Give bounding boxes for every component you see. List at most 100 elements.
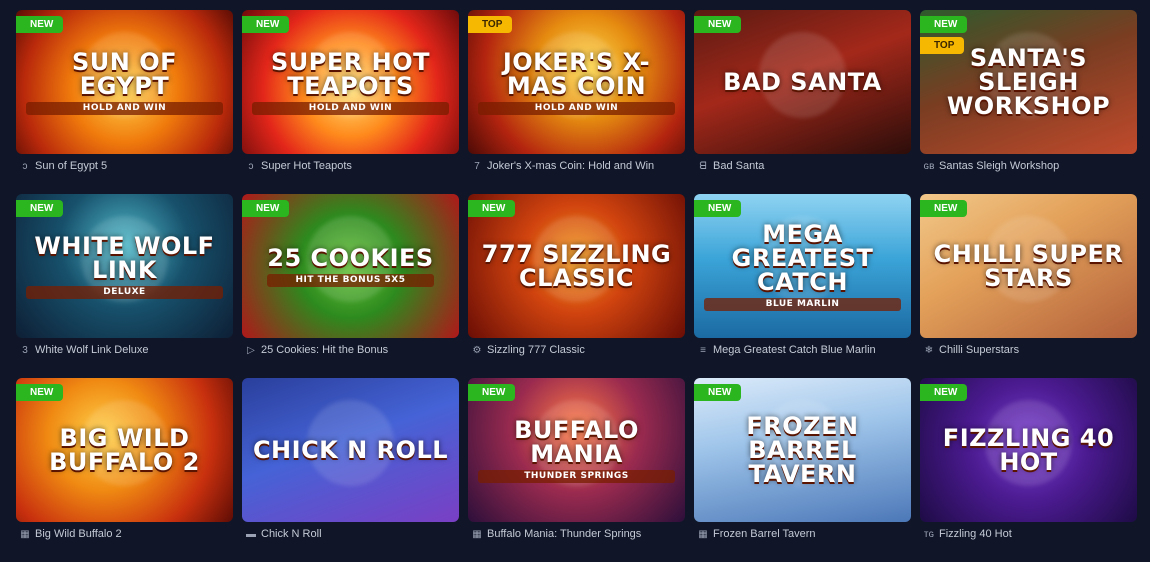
game-thumbnail[interactable]: NEW TOP Santa's Sleigh Workshop (920, 10, 1137, 154)
game-logo: Mega Greatest Catch Blue Marlin (694, 222, 911, 311)
game-thumbnail[interactable]: NEW 25 Cookies Hit the Bonus 5x5 (242, 194, 459, 338)
game-caption[interactable]: ↄ Sun of Egypt 5 (16, 156, 233, 176)
game-card[interactable]: NEW White Wolf Link Deluxe 3 White Wolf Link… (16, 194, 233, 378)
badge-group: NEW (16, 200, 64, 217)
game-logo-text: Mega Greatest Catch (731, 219, 874, 296)
game-thumbnail[interactable]: NEW White Wolf Link Deluxe (16, 194, 233, 338)
game-logo-text: Joker's X-mas Coin (502, 47, 651, 100)
game-caption[interactable]: ↄ Super Hot Teapots (242, 156, 459, 176)
new-badge: NEW (468, 384, 516, 401)
game-logo: White Wolf Link Deluxe (16, 234, 233, 299)
game-logo-text: Chick N Roll (252, 436, 449, 464)
game-thumbnail[interactable]: TOP Joker's X-mas Coin Hold and Win (468, 10, 685, 154)
game-title: Santas Sleigh Workshop (939, 160, 1060, 172)
swirl-icon: ↄ (248, 160, 254, 172)
game-card[interactable]: NEW 777 Sizzling Classic ⚙ Sizzling 777 Cla… (468, 194, 685, 378)
new-badge: NEW (694, 16, 742, 33)
game-title: Sizzling 777 Classic (487, 344, 585, 356)
new-badge: NEW (920, 384, 968, 401)
game-logo: Chick N Roll (243, 438, 458, 462)
game-logo: Fizzling 40 Hot (920, 426, 1137, 474)
game-caption[interactable]: ᗺ Bad Santa (694, 156, 911, 176)
game-card[interactable]: NEW Sun of Egypt Hold and Win ↄ Sun of Egypt… (16, 10, 233, 194)
new-badge: NEW (920, 200, 968, 217)
game-title: Buffalo Mania: Thunder Springs (487, 528, 642, 540)
game-card[interactable]: NEW Buffalo Mania Thunder Springs ▦ Buffalo … (468, 378, 685, 562)
game-card[interactable]: NEW Fizzling 40 Hot ᴛɢ Fizzling 40 Hot (920, 378, 1137, 562)
badge-group: NEW (16, 16, 64, 33)
game-logo-text: 25 Cookies (267, 243, 434, 272)
game-logo: 25 Cookies Hit the Bonus 5x5 (257, 246, 443, 287)
game-card[interactable]: TOP Joker's X-mas Coin Hold and Win 7 Joker'… (468, 10, 685, 194)
game-thumbnail[interactable]: NEW Bad Santa (694, 10, 911, 154)
badge-group: TOP (468, 16, 513, 33)
top-badge: TOP (920, 37, 965, 54)
game-logo-subtitle: Hold and Win (26, 101, 223, 115)
new-badge: NEW (920, 16, 968, 33)
game-logo-text: 777 Sizzling Classic (481, 240, 672, 292)
game-caption[interactable]: ⚙ Sizzling 777 Classic (468, 340, 685, 360)
game-thumbnail[interactable]: NEW Chilli Super Stars (920, 194, 1137, 338)
game-caption[interactable]: ▦ Big Wild Buffalo 2 (16, 524, 233, 544)
game-card[interactable]: NEW Mega Greatest Catch Blue Marlin ≡ Mega G… (694, 194, 911, 378)
game-card[interactable]: NEW TOP Santa's Sleigh Workshop ɢʙ Santas Sl… (920, 10, 1137, 194)
game-logo-subtitle: Hold and Win (478, 101, 675, 115)
game-logo-text: Chilli Super Stars (933, 240, 1124, 292)
game-logo-text: Sun of Egypt (71, 47, 177, 100)
game-title: Sun of Egypt 5 (35, 160, 108, 172)
game-card[interactable]: Chick N Roll ▬ Chick N Roll (242, 378, 459, 562)
new-badge: NEW (16, 16, 64, 33)
games-grid: NEW Sun of Egypt Hold and Win ↄ Sun of Egypt… (16, 10, 1137, 562)
game-card[interactable]: NEW Big Wild Buffalo 2 ▦ Big Wild Buffalo 2 (16, 378, 233, 562)
badge-group: NEW (468, 384, 516, 401)
new-badge: NEW (694, 384, 742, 401)
badge-group: NEW TOP (920, 16, 968, 54)
badge-group: NEW (694, 16, 742, 33)
game-thumbnail[interactable]: NEW Super Hot Teapots Hold and Win (242, 10, 459, 154)
game-title: 25 Cookies: Hit the Bonus (261, 344, 389, 356)
game-title: Frozen Barrel Tavern (713, 528, 816, 540)
game-caption[interactable]: ᴛɢ Fizzling 40 Hot (920, 524, 1137, 544)
game-thumbnail[interactable]: NEW Frozen Barrel Tavern (694, 378, 911, 522)
game-card[interactable]: NEW Bad Santa ᗺ Bad Santa (694, 10, 911, 194)
game-thumbnail[interactable]: NEW Fizzling 40 Hot (920, 378, 1137, 522)
game-logo-subtitle: Hold and Win (252, 101, 449, 115)
game-caption[interactable]: ≡ Mega Greatest Catch Blue Marlin (694, 340, 911, 360)
new-badge: NEW (242, 16, 290, 33)
grid-icon: ▦ (472, 528, 482, 540)
dash-icon: ▬ (246, 528, 256, 540)
new-badge: NEW (694, 200, 742, 217)
game-thumbnail[interactable]: Chick N Roll (242, 378, 459, 522)
game-thumbnail[interactable]: NEW 777 Sizzling Classic (468, 194, 685, 338)
game-title: Chick N Roll (261, 528, 322, 540)
game-thumbnail[interactable]: NEW Buffalo Mania Thunder Springs (468, 378, 685, 522)
game-card[interactable]: NEW Super Hot Teapots Hold and Win ↄ Super H… (242, 10, 459, 194)
game-caption[interactable]: ▦ Buffalo Mania: Thunder Springs (468, 524, 685, 544)
game-logo-text: White Wolf Link (34, 231, 215, 284)
game-caption[interactable]: ▬ Chick N Roll (242, 524, 459, 544)
game-logo-subtitle: Hit the Bonus 5x5 (267, 273, 434, 287)
game-caption[interactable]: 3 White Wolf Link Deluxe (16, 340, 233, 360)
game-logo-text: Bad Santa (723, 68, 882, 96)
game-card[interactable]: NEW Chilli Super Stars ❄ Chilli Superstars (920, 194, 1137, 378)
badge-group: NEW (242, 200, 290, 217)
game-thumbnail[interactable]: NEW Mega Greatest Catch Blue Marlin (694, 194, 911, 338)
game-logo-subtitle: Thunder Springs (478, 469, 675, 483)
game-thumbnail[interactable]: NEW Big Wild Buffalo 2 (16, 378, 233, 522)
game-caption[interactable]: 7 Joker's X-mas Coin: Hold and Win (468, 156, 685, 176)
badge-group: NEW (920, 384, 968, 401)
game-caption[interactable]: ▷ 25 Cookies: Hit the Bonus (242, 340, 459, 360)
game-thumbnail[interactable]: NEW Sun of Egypt Hold and Win (16, 10, 233, 154)
game-card[interactable]: NEW Frozen Barrel Tavern ▦ Frozen Barrel Ta… (694, 378, 911, 562)
new-badge: NEW (16, 200, 64, 217)
game-card[interactable]: NEW 25 Cookies Hit the Bonus 5x5 ▷ 25 Cookie… (242, 194, 459, 378)
game-logo: Big Wild Buffalo 2 (16, 426, 233, 474)
game-logo: Super Hot Teapots Hold and Win (242, 50, 459, 115)
new-badge: NEW (468, 200, 516, 217)
game-logo: Santa's Sleigh Workshop (920, 46, 1137, 118)
game-caption[interactable]: ▦ Frozen Barrel Tavern (694, 524, 911, 544)
bars-icon: ≡ (700, 344, 706, 356)
game-caption[interactable]: ❄ Chilli Superstars (920, 340, 1137, 360)
game-caption[interactable]: ɢʙ Santas Sleigh Workshop (920, 156, 1137, 176)
game-logo: Sun of Egypt Hold and Win (16, 50, 233, 115)
